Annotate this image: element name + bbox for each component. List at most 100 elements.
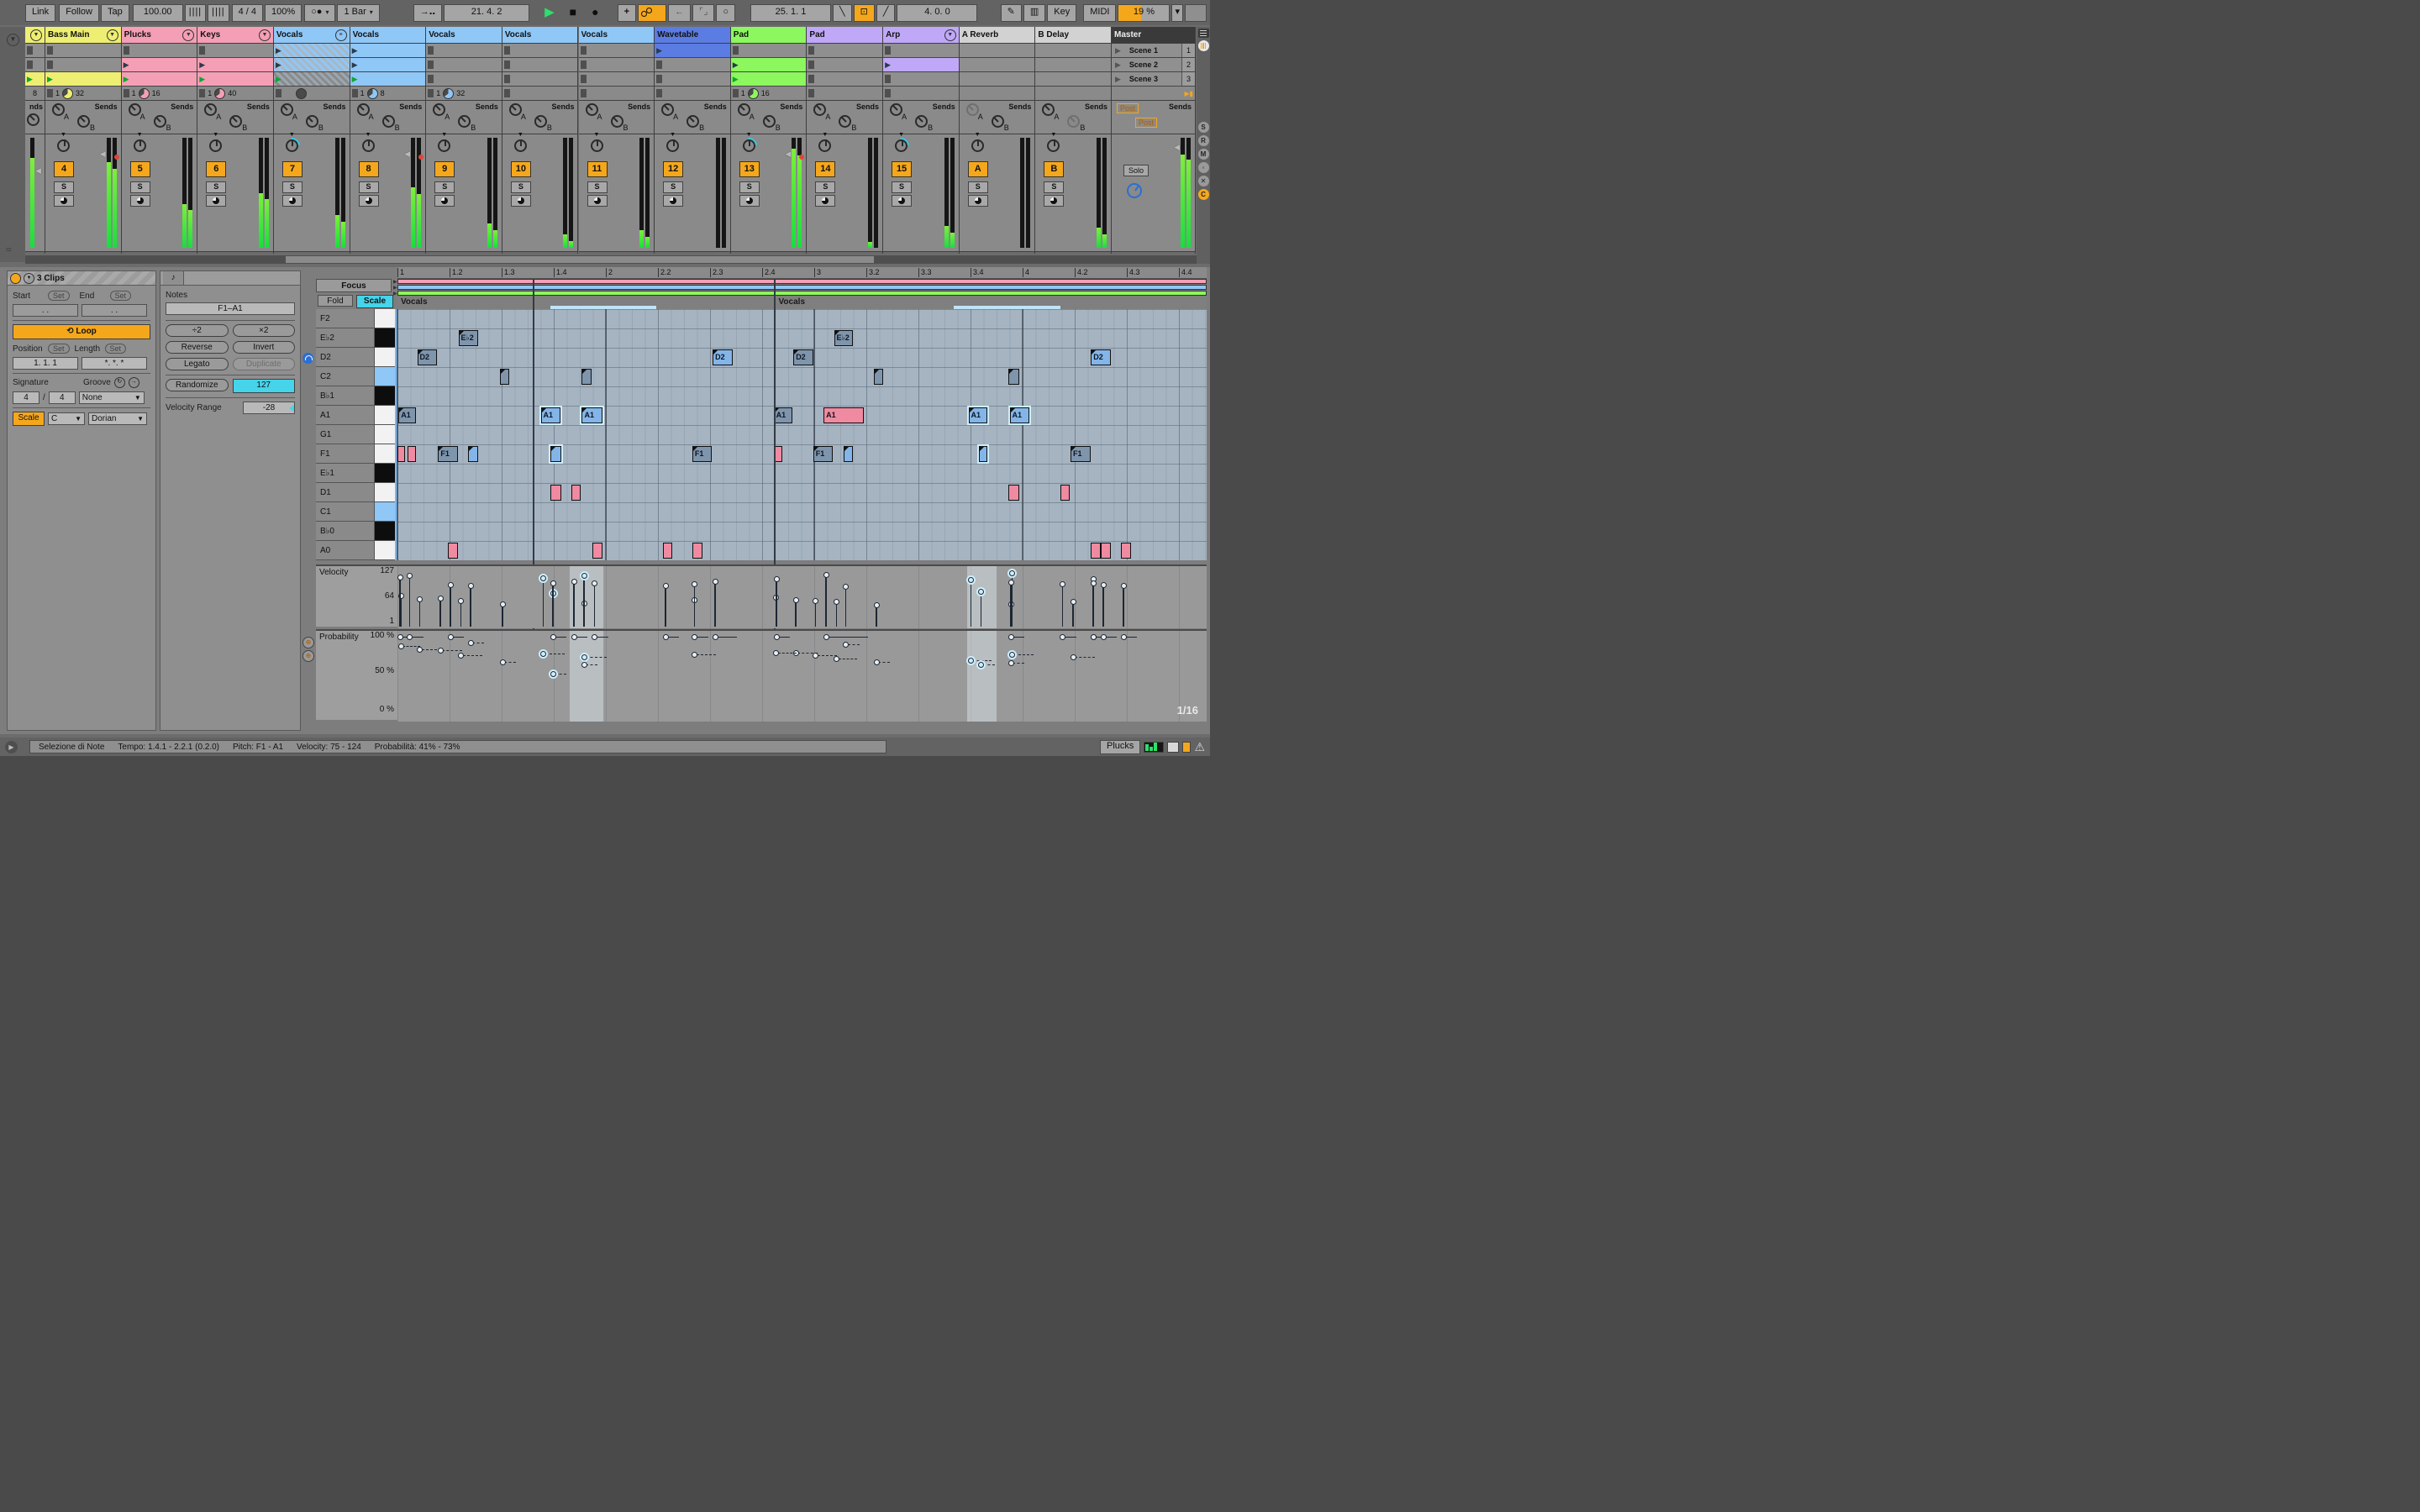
punch-out-button[interactable]: ╱ xyxy=(876,3,896,22)
probability-line[interactable] xyxy=(1064,637,1076,638)
clip-collapse-icon[interactable]: ▼ xyxy=(24,272,34,284)
cpu-caret[interactable]: ▾ xyxy=(1171,3,1183,22)
loop-button[interactable]: ⟲ Loop xyxy=(13,324,150,339)
probability-marker[interactable] xyxy=(467,640,474,647)
velocity-marker[interactable] xyxy=(1090,580,1097,587)
probability-marker[interactable] xyxy=(843,641,850,648)
pan-knob[interactable] xyxy=(361,139,375,152)
hamburger-icon[interactable] xyxy=(1197,29,1209,38)
midi-note[interactable]: D2 xyxy=(713,349,733,365)
midi-note[interactable] xyxy=(1091,542,1101,559)
velocity-stem[interactable] xyxy=(1102,586,1104,627)
freeze-arrow-icon[interactable]: ▼ xyxy=(30,29,42,41)
pan-knob[interactable] xyxy=(133,139,146,152)
clip-slot[interactable] xyxy=(578,58,655,72)
track-header[interactable]: Wavetable xyxy=(655,27,730,44)
midi-note[interactable]: E♭2 xyxy=(458,329,479,346)
pan-knob[interactable] xyxy=(895,139,908,152)
clip-slot[interactable]: ▶ xyxy=(350,44,426,58)
position-field[interactable]: 1. 1. 1 xyxy=(13,357,78,370)
clip-slot[interactable] xyxy=(959,44,1035,58)
midi-note[interactable] xyxy=(663,542,672,559)
scene-slot[interactable]: ▶ Scene 3 3 xyxy=(1112,72,1195,87)
probability-line[interactable] xyxy=(817,655,838,657)
computer-midi-keyboard-button[interactable]: ▥ xyxy=(1023,3,1046,22)
beat-time-ruler[interactable]: 1 1.2 1.3 1.4 2 2.2 2.3 2.4 3 3.2 3.3 3.4 4 4.2 4.3 4.4 xyxy=(397,267,1207,279)
key-swatch[interactable] xyxy=(374,348,397,366)
velocity-marker[interactable] xyxy=(1120,582,1127,589)
probability-line[interactable] xyxy=(411,637,424,638)
track-activator[interactable]: 6 xyxy=(206,161,227,177)
freeze-arrow-icon[interactable]: ▼ xyxy=(258,29,271,41)
track-activator[interactable]: A xyxy=(967,161,988,177)
play-button[interactable]: ▶ xyxy=(538,4,561,22)
solo-button[interactable]: S xyxy=(739,181,760,193)
midi-note[interactable]: A1 xyxy=(398,407,417,423)
probability-marker[interactable] xyxy=(773,634,780,640)
randomize-range-field[interactable]: 127 xyxy=(232,379,295,393)
freeze-arrow-icon[interactable]: ▼ xyxy=(944,29,956,41)
probability-marker[interactable] xyxy=(1090,634,1097,640)
track-activator[interactable]: 9 xyxy=(434,161,455,177)
pan-knob[interactable] xyxy=(590,139,603,152)
send-a-knob[interactable] xyxy=(508,103,522,116)
velocity-stem[interactable] xyxy=(1092,585,1094,627)
clip-slot[interactable] xyxy=(121,44,197,58)
io-toggle-icon[interactable] xyxy=(1197,40,1209,51)
unfold-icon[interactable]: ≡ xyxy=(334,29,347,41)
track-activator[interactable]: 15 xyxy=(892,161,913,177)
clip-slot[interactable] xyxy=(502,44,578,58)
send-a-knob[interactable] xyxy=(204,103,218,116)
midi-note[interactable] xyxy=(692,542,702,559)
velocity-stem[interactable] xyxy=(399,579,401,627)
velocity-stem[interactable] xyxy=(795,601,797,627)
velocity-marker[interactable] xyxy=(447,582,454,589)
midi-note[interactable] xyxy=(874,368,884,385)
freeze-arrow-icon[interactable]: ▼ xyxy=(106,29,118,41)
velocity-stem[interactable] xyxy=(1010,585,1012,627)
master-header[interactable]: Master xyxy=(1112,27,1195,44)
track-activator[interactable]: B xyxy=(1044,161,1065,177)
velocity-marker[interactable] xyxy=(417,596,424,602)
midi-note[interactable] xyxy=(407,445,416,462)
piano-key-row[interactable]: F2 xyxy=(316,309,397,328)
clip-slot[interactable] xyxy=(502,72,578,87)
start-field[interactable]: . . xyxy=(13,304,78,317)
clip-slot[interactable]: ▶ xyxy=(45,72,121,87)
velocity-lane[interactable] xyxy=(397,564,1207,628)
velocity-stem[interactable] xyxy=(502,606,503,627)
clip-play-icon[interactable]: ▶ xyxy=(199,60,205,70)
solo-button[interactable]: S xyxy=(1044,181,1065,193)
midi-note[interactable] xyxy=(468,445,479,462)
probability-line[interactable] xyxy=(1013,654,1034,656)
send-b-knob[interactable] xyxy=(77,115,90,128)
key-swatch[interactable] xyxy=(374,444,397,463)
probability-line[interactable] xyxy=(586,664,598,666)
send-b-knob[interactable] xyxy=(839,115,852,128)
clip-lane-0[interactable]: ▶ xyxy=(393,279,1207,285)
velocity-stem[interactable] xyxy=(980,593,982,627)
send-b-knob[interactable] xyxy=(458,115,471,128)
probability-marker[interactable] xyxy=(1007,634,1014,640)
pan-knob[interactable] xyxy=(971,139,984,152)
velocity-marker[interactable] xyxy=(499,601,506,607)
track-header[interactable]: Vocals xyxy=(350,27,426,44)
clip-slot[interactable]: ▶ xyxy=(730,58,807,72)
pan-knob[interactable] xyxy=(1047,139,1060,152)
velocity-marker[interactable] xyxy=(712,578,718,585)
arrangement-follow-button[interactable]: →‥ xyxy=(413,3,443,22)
velocity-marker[interactable] xyxy=(773,576,780,583)
piano-key-row[interactable]: A0 xyxy=(316,541,397,560)
monitor-button[interactable] xyxy=(54,195,74,207)
clip-slot[interactable]: ▶ xyxy=(121,72,197,87)
monitor-button[interactable] xyxy=(1044,195,1065,207)
midi-note[interactable] xyxy=(976,444,990,464)
clip-slot[interactable] xyxy=(807,44,883,58)
velocity-stem[interactable] xyxy=(408,578,411,627)
send-b-knob[interactable] xyxy=(27,113,39,126)
clip-slot[interactable] xyxy=(655,58,730,72)
key-swatch[interactable] xyxy=(374,541,397,559)
monitor-button[interactable] xyxy=(510,195,531,207)
monitor-button[interactable] xyxy=(281,195,302,207)
solo-button[interactable]: S xyxy=(281,181,302,193)
